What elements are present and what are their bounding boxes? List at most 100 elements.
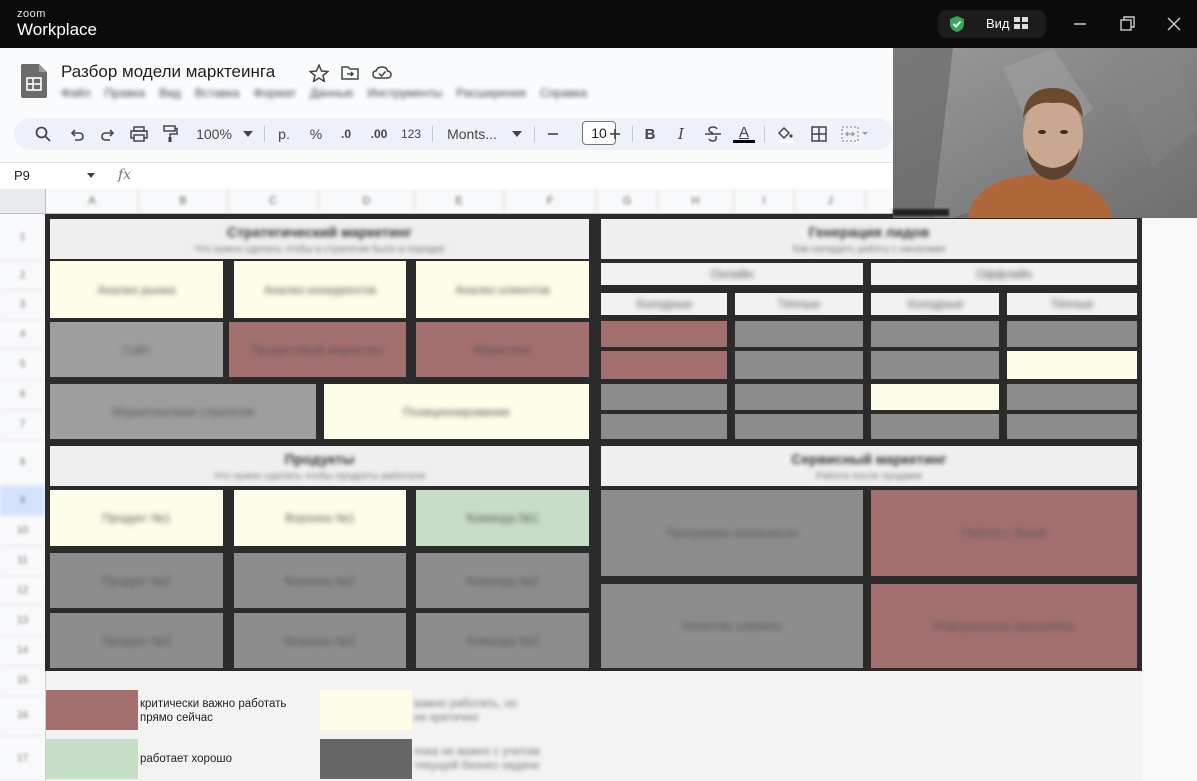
board-cell[interactable]: Продуктовый маркетинг <box>229 322 406 377</box>
board-cell[interactable] <box>601 384 727 410</box>
board-cell[interactable]: Тёплые <box>735 293 863 315</box>
column-header[interactable]: C <box>228 189 319 213</box>
column-header[interactable]: A <box>46 189 139 213</box>
board-cell[interactable]: Сайт <box>50 322 223 377</box>
column-header[interactable]: B <box>139 189 228 213</box>
board-cell[interactable] <box>735 351 863 379</box>
menu-tools[interactable]: Инструменты <box>367 86 442 102</box>
row-header[interactable]: 4 <box>0 320 45 350</box>
currency-format-button[interactable]: р. <box>274 122 294 146</box>
row-header[interactable]: 17 <box>0 736 45 781</box>
board-cell[interactable]: Холодные <box>601 293 727 315</box>
column-header[interactable]: F <box>504 189 597 213</box>
row-header[interactable]: 12 <box>0 576 45 606</box>
row-header[interactable]: 14 <box>0 636 45 666</box>
column-header[interactable]: J <box>795 189 866 213</box>
board-cell[interactable] <box>1007 351 1137 379</box>
board-cell[interactable] <box>1007 384 1137 410</box>
italic-button[interactable]: I <box>672 122 690 146</box>
board-cell[interactable] <box>871 384 999 410</box>
board-cell[interactable]: Холодные <box>871 293 999 315</box>
board-cell[interactable]: Продукт №3 <box>50 613 223 668</box>
board-cell[interactable]: Анализ рынка <box>50 261 223 318</box>
view-menu-button[interactable]: Вид <box>938 10 1046 38</box>
select-all-corner[interactable] <box>0 189 46 213</box>
restore-icon[interactable] <box>1115 12 1139 36</box>
row-header-selected[interactable]: 9 <box>0 486 45 516</box>
board-cell[interactable]: Команда №3 <box>416 613 589 668</box>
board-cell[interactable] <box>601 414 727 439</box>
column-header[interactable]: H <box>658 189 734 213</box>
print-icon[interactable] <box>128 122 150 146</box>
document-title[interactable]: Разбор модели марктеинга <box>61 62 275 82</box>
board-cell[interactable]: Анализ клиентов <box>416 261 589 318</box>
column-header[interactable]: E <box>415 189 504 213</box>
row-header[interactable]: 1 <box>0 214 45 262</box>
board-cell[interactable]: Продукт №1 <box>50 490 223 546</box>
board-cell[interactable]: Онлайн <box>601 263 863 285</box>
menu-view[interactable]: Вид <box>159 86 181 102</box>
row-header[interactable]: 13 <box>0 606 45 636</box>
number-format-button[interactable]: 123 <box>398 122 424 146</box>
borders-icon[interactable] <box>808 122 830 146</box>
move-to-folder-icon[interactable] <box>340 64 360 82</box>
increase-decimal-button[interactable]: .00 <box>366 122 392 146</box>
column-header[interactable]: G <box>597 189 658 213</box>
menu-format[interactable]: Формат <box>253 86 296 102</box>
board-cell[interactable]: Анализ конкурентов <box>234 261 406 318</box>
sheets-logo-icon[interactable] <box>21 64 47 98</box>
board-cell[interactable] <box>871 414 999 439</box>
undo-icon[interactable] <box>66 122 88 146</box>
row-header[interactable]: 8 <box>0 440 45 486</box>
participant-video[interactable] <box>893 48 1197 218</box>
board-cell[interactable]: Продукт №2 <box>50 553 223 608</box>
board-cell[interactable]: Маркетинговая стратегия <box>50 384 316 439</box>
board-cell[interactable] <box>601 321 727 347</box>
board-cell[interactable]: Работа с базой <box>871 490 1137 576</box>
board-cell[interactable]: Воронка №2 <box>234 553 406 608</box>
menu-data[interactable]: Данные <box>310 86 353 102</box>
board-cell[interactable]: Реферальная программа <box>871 584 1137 668</box>
cloud-status-icon[interactable] <box>372 64 392 82</box>
menu-file[interactable]: Файл <box>61 86 91 102</box>
font-chevron-down-icon[interactable] <box>509 122 525 146</box>
percent-format-button[interactable]: % <box>306 122 326 146</box>
search-icon[interactable] <box>32 122 54 146</box>
menu-insert[interactable]: Вставка <box>195 86 240 102</box>
bold-button[interactable]: B <box>641 122 659 146</box>
board-cell[interactable] <box>601 351 727 379</box>
board-cell[interactable] <box>871 321 999 347</box>
board-cell[interactable] <box>735 414 863 439</box>
board-cell[interactable]: Команда №2 <box>416 553 589 608</box>
board-cell[interactable]: Воронка №1 <box>234 490 406 546</box>
board-cell[interactable] <box>871 351 999 379</box>
row-header[interactable]: 15 <box>0 666 45 696</box>
name-box[interactable]: P9 <box>14 168 30 183</box>
name-box-chevron-down-icon[interactable] <box>86 170 96 180</box>
decrease-decimal-button[interactable]: .0 <box>335 122 357 146</box>
minimize-icon[interactable] <box>1068 12 1092 36</box>
column-header[interactable]: I <box>734 189 795 213</box>
paint-format-icon[interactable] <box>159 122 181 146</box>
fill-color-icon[interactable] <box>774 122 796 146</box>
menu-extensions[interactable]: Расширения <box>456 86 526 102</box>
star-icon[interactable] <box>309 64 329 82</box>
board-cell[interactable] <box>1007 414 1137 439</box>
board-cell[interactable]: Тёплые <box>1007 293 1137 315</box>
board-cell[interactable] <box>735 321 863 347</box>
redo-icon[interactable] <box>97 122 119 146</box>
row-header[interactable]: 7 <box>0 410 45 440</box>
board-cell[interactable]: Маркетинг <box>416 322 589 377</box>
row-header[interactable]: 11 <box>0 546 45 576</box>
close-icon[interactable] <box>1162 12 1186 36</box>
row-header[interactable]: 16 <box>0 696 45 736</box>
column-header[interactable]: D <box>319 189 415 213</box>
row-header[interactable]: 6 <box>0 380 45 410</box>
menu-help[interactable]: Справка <box>540 86 587 102</box>
zoom-select[interactable]: 100% <box>192 122 236 146</box>
zoom-chevron-down-icon[interactable] <box>240 122 256 146</box>
board-cell[interactable] <box>1007 321 1137 347</box>
board-cell[interactable]: Команда №1 <box>416 490 589 546</box>
row-header[interactable]: 2 <box>0 262 45 290</box>
row-header[interactable]: 5 <box>0 350 45 380</box>
